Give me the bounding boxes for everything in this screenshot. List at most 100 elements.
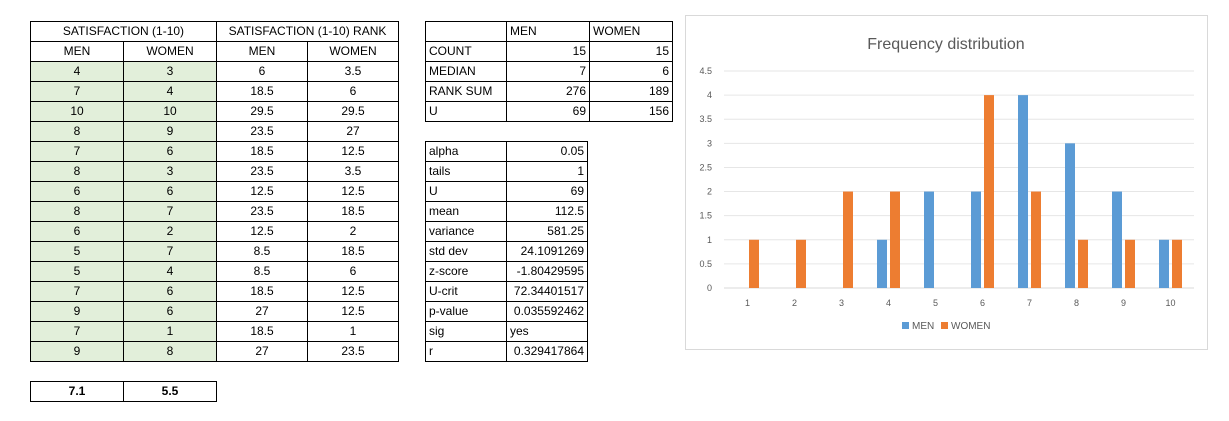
bar-men-6[interactable] <box>971 191 981 288</box>
satisfaction-women-cell[interactable]: 3 <box>123 161 217 182</box>
satisfaction-men-cell[interactable]: 7 <box>30 141 124 162</box>
bar-women-9[interactable] <box>1125 239 1135 288</box>
summary-men-cell[interactable]: 7 <box>506 61 590 82</box>
bar-women-10[interactable] <box>1172 239 1182 288</box>
rank-men-cell[interactable]: 23.5 <box>216 201 308 222</box>
bar-women-8[interactable] <box>1078 239 1088 288</box>
legend-label-women[interactable]: WOMEN <box>951 321 990 332</box>
rank-men-cell[interactable]: 12.5 <box>216 221 308 242</box>
stats-label-cell[interactable]: sig <box>425 321 507 342</box>
satisfaction-men-cell[interactable]: 9 <box>30 301 124 322</box>
satisfaction-women-cell[interactable]: 6 <box>123 181 217 202</box>
stats-label-cell[interactable]: variance <box>425 221 507 242</box>
bar-women-3[interactable] <box>843 191 853 288</box>
summary-men-cell[interactable]: 15 <box>506 41 590 62</box>
satisfaction-men-cell[interactable]: 5 <box>30 261 124 282</box>
rank-men-cell[interactable]: 23.5 <box>216 121 308 142</box>
stats-value-cell[interactable]: 1 <box>506 161 588 182</box>
summary-women-cell[interactable]: 156 <box>589 101 673 122</box>
stats-value-cell[interactable]: -1.80429595 <box>506 261 588 282</box>
satisfaction-men-cell[interactable]: 7 <box>30 321 124 342</box>
satisfaction-women-cell[interactable]: 10 <box>123 101 217 122</box>
satisfaction-women-cell[interactable]: 9 <box>123 121 217 142</box>
summary-women-cell[interactable]: 6 <box>589 61 673 82</box>
bar-women-7[interactable] <box>1031 191 1041 288</box>
header-women[interactable]: WOMEN <box>123 41 217 62</box>
satisfaction-women-cell[interactable]: 1 <box>123 321 217 342</box>
stats-label-cell[interactable]: z-score <box>425 261 507 282</box>
satisfaction-women-cell[interactable]: 7 <box>123 201 217 222</box>
bar-men-9[interactable] <box>1112 191 1122 288</box>
stats-value-cell[interactable]: 0.329417864 <box>506 341 588 362</box>
stats-value-cell[interactable]: 0.05 <box>506 141 588 162</box>
summary-header-blank[interactable] <box>425 21 507 42</box>
satisfaction-men-cell[interactable]: 8 <box>30 161 124 182</box>
bar-men-7[interactable] <box>1018 95 1028 288</box>
satisfaction-women-cell[interactable]: 6 <box>123 141 217 162</box>
rank-men-cell[interactable]: 18.5 <box>216 281 308 302</box>
rank-men-cell[interactable]: 18.5 <box>216 321 308 342</box>
summary-header-women[interactable]: WOMEN <box>589 21 673 42</box>
summary-label-cell[interactable]: COUNT <box>425 41 507 62</box>
stats-label-cell[interactable]: alpha <box>425 141 507 162</box>
rank-men-cell[interactable]: 8.5 <box>216 241 308 262</box>
stats-label-cell[interactable]: mean <box>425 201 507 222</box>
satisfaction-men-cell[interactable]: 7 <box>30 81 124 102</box>
rank-women-cell[interactable]: 29.5 <box>307 101 399 122</box>
satisfaction-men-cell[interactable]: 6 <box>30 221 124 242</box>
satisfaction-women-cell[interactable]: 8 <box>123 341 217 362</box>
rank-women-cell[interactable]: 23.5 <box>307 341 399 362</box>
rank-women-cell[interactable]: 3.5 <box>307 61 399 82</box>
legend-label-men[interactable]: MEN <box>912 321 934 332</box>
stats-value-cell[interactable]: 24.1091269 <box>506 241 588 262</box>
satisfaction-men-cell[interactable]: 9 <box>30 341 124 362</box>
satisfaction-women-cell[interactable]: 3 <box>123 61 217 82</box>
average-men-cell[interactable]: 7.1 <box>30 381 124 402</box>
summary-men-cell[interactable]: 69 <box>506 101 590 122</box>
satisfaction-men-cell[interactable]: 10 <box>30 101 124 122</box>
satisfaction-men-cell[interactable]: 8 <box>30 121 124 142</box>
bar-women-6[interactable] <box>984 95 994 288</box>
satisfaction-women-cell[interactable]: 6 <box>123 281 217 302</box>
summary-men-cell[interactable]: 276 <box>506 81 590 102</box>
summary-label-cell[interactable]: RANK SUM <box>425 81 507 102</box>
stats-label-cell[interactable]: U <box>425 181 507 202</box>
bar-women-2[interactable] <box>796 239 806 288</box>
stats-value-cell[interactable]: yes <box>506 321 588 342</box>
satisfaction-women-cell[interactable]: 7 <box>123 241 217 262</box>
rank-men-cell[interactable]: 18.5 <box>216 81 308 102</box>
header-satisfaction-rank[interactable]: SATISFACTION (1-10) RANK <box>216 21 399 42</box>
frequency-chart[interactable]: Frequency distribution 0 0.5 1 1.5 2 2.5 3 3.5 4… <box>685 15 1208 350</box>
rank-women-cell[interactable]: 3.5 <box>307 161 399 182</box>
satisfaction-men-cell[interactable]: 6 <box>30 181 124 202</box>
rank-women-cell[interactable]: 12.5 <box>307 301 399 322</box>
rank-men-cell[interactable]: 8.5 <box>216 261 308 282</box>
satisfaction-men-cell[interactable]: 8 <box>30 201 124 222</box>
stats-label-cell[interactable]: U-crit <box>425 281 507 302</box>
average-women-cell[interactable]: 5.5 <box>123 381 217 402</box>
stats-label-cell[interactable]: tails <box>425 161 507 182</box>
summary-header-men[interactable]: MEN <box>506 21 590 42</box>
rank-women-cell[interactable]: 18.5 <box>307 241 399 262</box>
bar-men-10[interactable] <box>1159 239 1169 288</box>
rank-women-cell[interactable]: 6 <box>307 81 399 102</box>
stats-label-cell[interactable]: std dev <box>425 241 507 262</box>
summary-label-cell[interactable]: U <box>425 101 507 122</box>
header-rank-women[interactable]: WOMEN <box>307 41 399 62</box>
bar-men-8[interactable] <box>1065 143 1075 288</box>
bar-men-5[interactable] <box>924 191 934 288</box>
bar-women-4[interactable] <box>890 191 900 288</box>
stats-value-cell[interactable]: 69 <box>506 181 588 202</box>
rank-men-cell[interactable]: 12.5 <box>216 181 308 202</box>
bar-women-1[interactable] <box>749 239 759 288</box>
stats-value-cell[interactable]: 0.035592462 <box>506 301 588 322</box>
stats-value-cell[interactable]: 72.34401517 <box>506 281 588 302</box>
satisfaction-men-cell[interactable]: 4 <box>30 61 124 82</box>
header-rank-men[interactable]: MEN <box>216 41 308 62</box>
rank-women-cell[interactable]: 27 <box>307 121 399 142</box>
rank-women-cell[interactable]: 12.5 <box>307 281 399 302</box>
rank-women-cell[interactable]: 12.5 <box>307 181 399 202</box>
satisfaction-women-cell[interactable]: 2 <box>123 221 217 242</box>
satisfaction-women-cell[interactable]: 6 <box>123 301 217 322</box>
summary-women-cell[interactable]: 15 <box>589 41 673 62</box>
